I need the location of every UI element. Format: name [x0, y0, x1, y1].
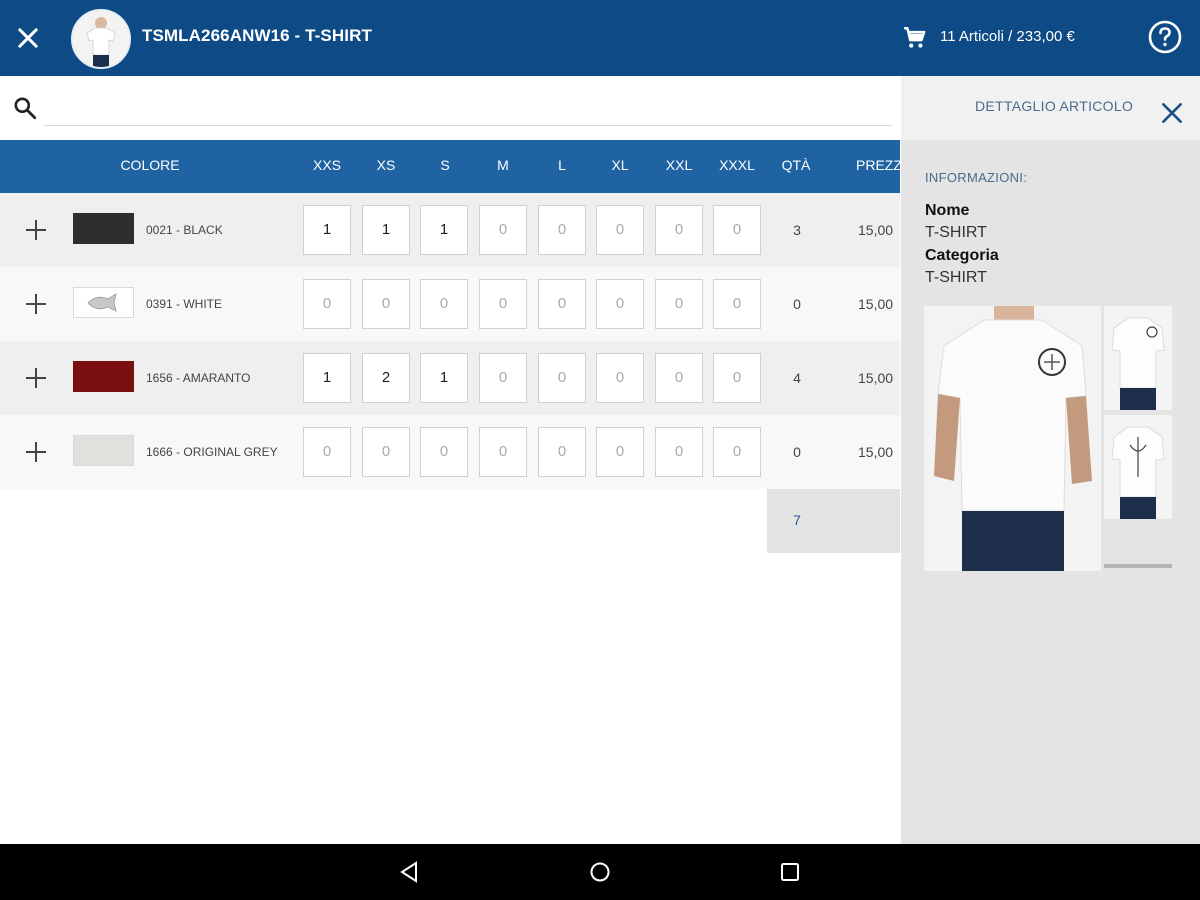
home-icon[interactable] — [586, 858, 614, 886]
size-quantity-input[interactable]: 1 — [420, 205, 468, 255]
size-quantity-input[interactable]: 1 — [303, 353, 351, 403]
size-quantity-input[interactable]: 0 — [479, 353, 527, 403]
size-quantity-input[interactable]: 0 — [479, 279, 527, 329]
size-quantity-input[interactable]: 0 — [655, 205, 703, 255]
size-quantity-input[interactable]: 0 — [596, 353, 644, 403]
column-header-size: XS — [376, 157, 396, 173]
row-price: 15,00 — [858, 222, 894, 238]
size-quantity-input[interactable]: 0 — [713, 353, 761, 403]
column-header-color: COLORE — [120, 157, 180, 173]
size-quantity-input[interactable]: 0 — [538, 205, 586, 255]
info-section-label: INFORMAZIONI: — [925, 170, 1028, 185]
color-label: 1666 - ORIGINAL GREY — [146, 445, 278, 459]
row-price: 15,00 — [858, 296, 894, 312]
size-quantity-input[interactable]: 1 — [303, 205, 351, 255]
size-quantity-input[interactable]: 0 — [713, 279, 761, 329]
row-quantity: 3 — [793, 222, 801, 238]
size-quantity-input[interactable]: 0 — [303, 279, 351, 329]
size-quantity-input[interactable]: 0 — [713, 205, 761, 255]
color-label: 0021 - BLACK — [146, 223, 223, 237]
close-icon[interactable] — [14, 24, 42, 52]
size-quantity-input[interactable]: 0 — [538, 427, 586, 477]
row-price: 15,00 — [858, 370, 894, 386]
name-label: Nome — [925, 202, 970, 219]
size-quantity-input[interactable]: 0 — [655, 353, 703, 403]
column-header-size: XL — [611, 157, 629, 173]
plus-icon[interactable] — [24, 366, 48, 390]
size-quantity-input[interactable]: 0 — [303, 427, 351, 477]
size-quantity-input[interactable]: 0 — [596, 279, 644, 329]
size-quantity-input[interactable]: 0 — [362, 279, 410, 329]
column-header-size: S — [440, 157, 450, 173]
search-input[interactable] — [44, 88, 892, 126]
page-title: TSMLA266ANW16 - T-SHIRT — [142, 26, 372, 45]
size-quantity-input[interactable]: 1 — [420, 353, 468, 403]
size-quantity-input[interactable]: 0 — [713, 427, 761, 477]
color-swatch — [73, 213, 134, 244]
back-icon[interactable] — [396, 858, 424, 886]
plus-icon[interactable] — [24, 440, 48, 464]
size-quantity-input[interactable]: 0 — [538, 279, 586, 329]
plus-icon[interactable] — [24, 292, 48, 316]
size-quantity-input[interactable]: 0 — [420, 427, 468, 477]
color-swatch — [73, 435, 134, 466]
size-quantity-input[interactable]: 0 — [479, 205, 527, 255]
size-quantity-input[interactable]: 0 — [538, 353, 586, 403]
color-swatch — [73, 361, 134, 392]
row-quantity: 0 — [793, 444, 801, 460]
column-header-price: PREZZ — [856, 157, 900, 173]
fish-logo-icon — [87, 293, 117, 312]
color-label: 1656 - AMARANTO — [146, 371, 251, 385]
color-label: 0391 - WHITE — [146, 297, 223, 311]
close-icon[interactable] — [1159, 100, 1185, 126]
column-header-size: XXS — [312, 157, 341, 173]
row-price: 15,00 — [858, 444, 894, 460]
size-quantity-input[interactable]: 0 — [596, 205, 644, 255]
column-header-size: L — [558, 157, 566, 173]
product-image-main[interactable] — [924, 306, 1101, 571]
detail-panel-title: DETTAGLIO ARTICOLO — [975, 98, 1134, 114]
total-quantity: 7 — [793, 512, 801, 528]
product-thumbnail — [71, 9, 131, 69]
category-value: T-SHIRT — [925, 269, 987, 286]
column-header-size: XXL — [665, 157, 693, 173]
name-value: T-SHIRT — [925, 224, 987, 241]
size-quantity-input[interactable]: 0 — [596, 427, 644, 477]
size-quantity-input[interactable]: 0 — [479, 427, 527, 477]
column-header-qty: QTÀ — [781, 157, 811, 173]
row-quantity: 0 — [793, 296, 801, 312]
cart-icon[interactable] — [902, 25, 928, 51]
thumbnail-scrollbar[interactable] — [1104, 564, 1172, 568]
size-quantity-input[interactable]: 0 — [362, 427, 410, 477]
plus-icon[interactable] — [24, 218, 48, 242]
recents-icon[interactable] — [776, 858, 804, 886]
category-label: Categoria — [925, 247, 999, 264]
search-icon — [14, 97, 37, 120]
product-image-thumbnail[interactable] — [1104, 415, 1172, 519]
size-quantity-input[interactable]: 0 — [655, 427, 703, 477]
cart-summary[interactable]: 11 Articoli / 233,00 € — [940, 28, 1075, 45]
size-quantity-input[interactable]: 2 — [362, 353, 410, 403]
product-image-thumbnail[interactable] — [1104, 306, 1172, 410]
column-header-size: XXXL — [719, 157, 755, 173]
size-quantity-input[interactable]: 1 — [362, 205, 410, 255]
size-quantity-input[interactable]: 0 — [655, 279, 703, 329]
row-quantity: 4 — [793, 370, 801, 386]
size-quantity-input[interactable]: 0 — [420, 279, 468, 329]
column-header-size: M — [497, 157, 509, 173]
color-swatch — [73, 287, 134, 318]
help-icon[interactable] — [1147, 19, 1183, 55]
